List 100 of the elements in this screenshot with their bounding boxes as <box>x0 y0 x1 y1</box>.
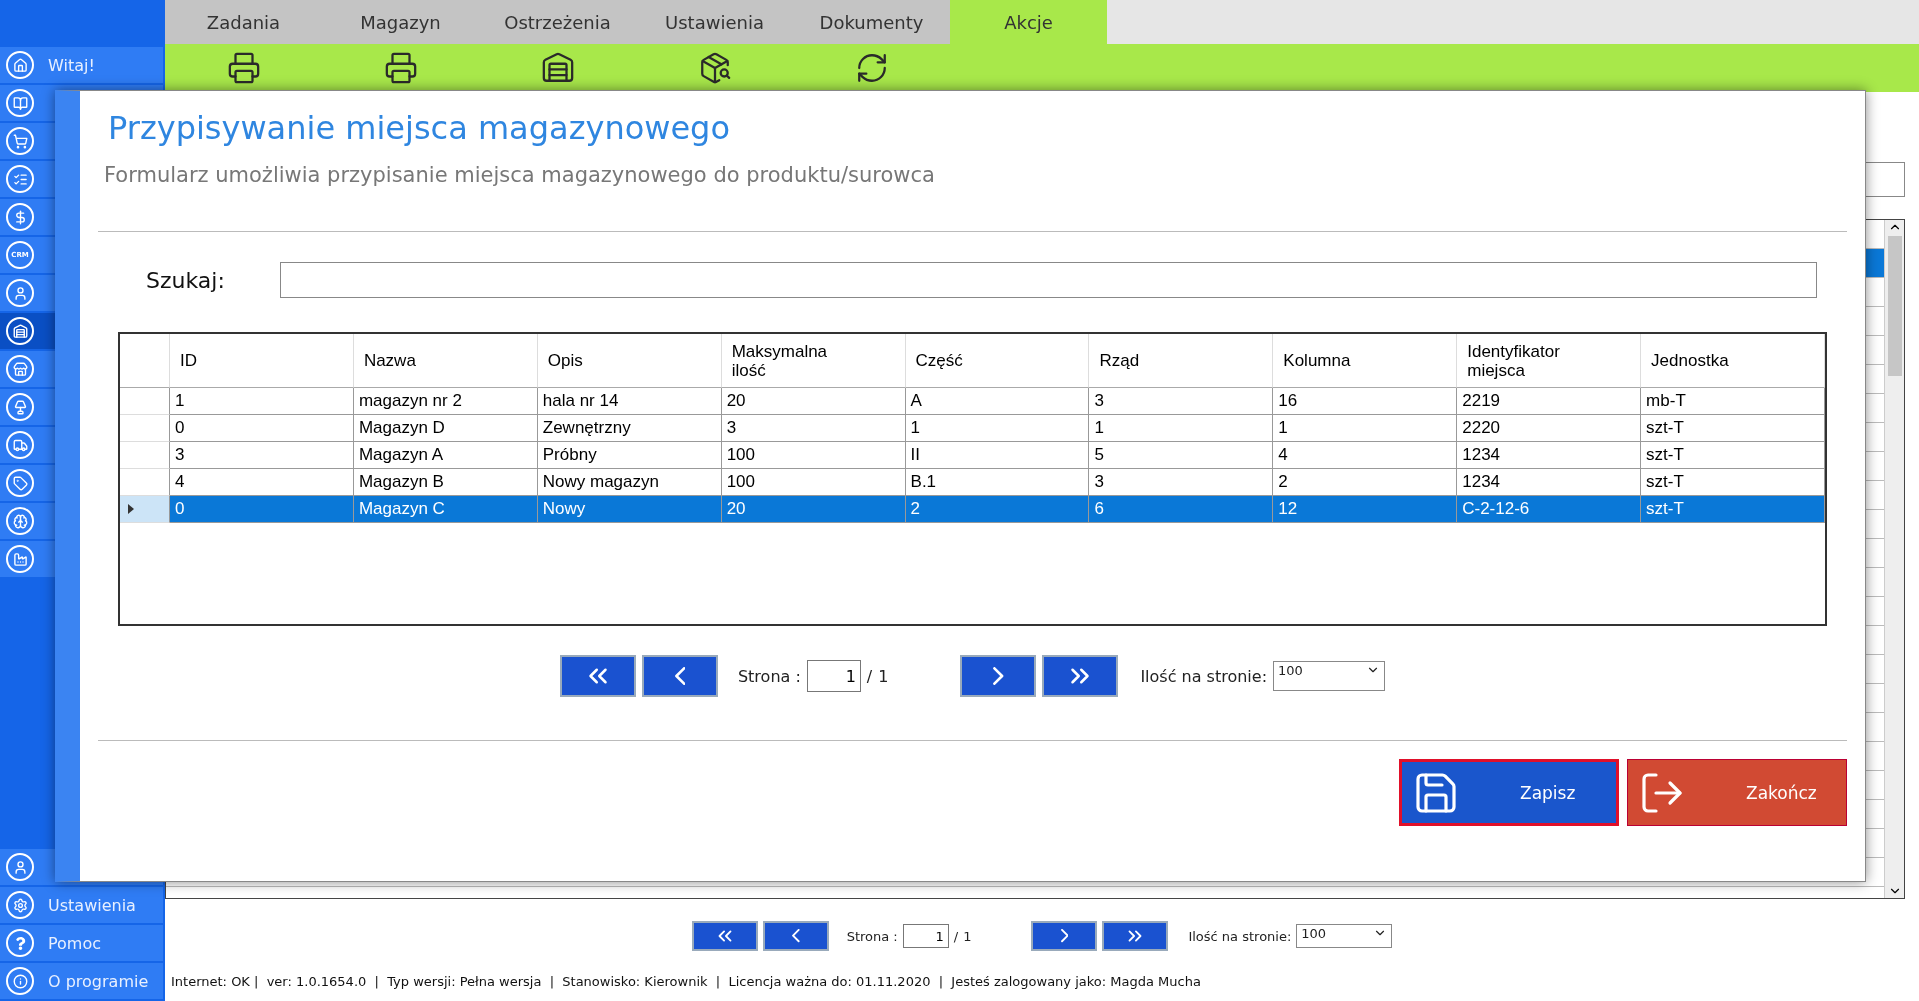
table-cell: 100 <box>721 442 906 469</box>
next-page-button[interactable] <box>960 655 1037 697</box>
table-cell: 5 <box>1089 442 1274 469</box>
table-cell: magazyn nr 2 <box>353 388 538 415</box>
book-icon <box>6 89 34 117</box>
tag-icon <box>6 469 34 497</box>
page-separator: / <box>953 928 959 944</box>
tab[interactable]: Zadania <box>165 0 322 44</box>
table-cell: 0 <box>170 496 354 523</box>
settings-icon <box>6 891 34 919</box>
table-cell: 1 <box>170 388 354 415</box>
table-cell: mb-T <box>1641 388 1825 415</box>
table-cell: Nowy <box>537 496 722 523</box>
sidebar-item[interactable]: Pomoc <box>0 925 163 961</box>
list-icon <box>6 165 34 193</box>
chevron-right-icon <box>993 667 1004 685</box>
table-cell: Magazyn B <box>353 469 538 496</box>
table-cell: 3 <box>1089 469 1274 496</box>
previous-page-button[interactable] <box>762 921 829 951</box>
sidebar-label: Ustawienia <box>48 895 136 915</box>
table-cell: szt-T <box>1641 469 1825 496</box>
page-total: 1 <box>878 666 889 686</box>
cart-icon <box>6 127 34 155</box>
sidebar-item[interactable]: O programie <box>0 963 163 999</box>
dollar-icon <box>6 203 34 231</box>
current-row-icon <box>128 504 134 514</box>
next-page-button[interactable] <box>1031 921 1098 951</box>
tab[interactable]: Ustawienia <box>636 0 793 44</box>
table-cell: 3 <box>170 442 354 469</box>
per-page-select[interactable]: 100 <box>1296 924 1393 948</box>
table-cell: 3 <box>1089 388 1274 415</box>
brain-icon <box>6 507 34 535</box>
table-cell: C-2-12-6 <box>1457 496 1642 523</box>
table-cell: 20 <box>721 496 906 523</box>
status-text: Internet: OK | ver: 1.0.1654.0 | Typ wersji: Pełna wersja | Stanowisko: Kierownik | Licencja ważna do: 01.11.2020 | Jesteś zalogowany jako: Magda Mucha <box>170 972 1202 991</box>
table-cell: 4 <box>1273 442 1458 469</box>
dialog-description: Formularz umożliwia przypisanie miejsca magazynowego do produktu/surowca <box>103 163 936 187</box>
tab[interactable]: Magazyn <box>322 0 479 44</box>
table-cell: II <box>905 442 1090 469</box>
table-cell: 4 <box>170 469 354 496</box>
table-cell: Próbny <box>537 442 722 469</box>
lamp-icon <box>6 393 34 421</box>
table-cell: 1 <box>905 415 1090 442</box>
sidebar-item[interactable]: Witaj! <box>0 47 163 83</box>
factory-icon <box>6 545 34 573</box>
per-page-select[interactable]: 100 <box>1273 661 1386 691</box>
user-icon <box>6 853 34 881</box>
table-cell: 20 <box>721 388 906 415</box>
table-cell: 16 <box>1273 388 1458 415</box>
scrollbar[interactable] <box>1884 220 1904 898</box>
house-icon <box>6 51 34 79</box>
page-label: Strona : <box>737 666 801 686</box>
sidebar-label: Witaj! <box>48 55 95 75</box>
table-cell: 2220 <box>1457 415 1642 442</box>
table-cell: szt-T <box>1641 415 1825 442</box>
page-label: Strona : <box>846 928 898 944</box>
last-page-button[interactable] <box>1102 921 1169 951</box>
table-cell: szt-T <box>1641 442 1825 469</box>
table-cell: 2 <box>905 496 1090 523</box>
store-icon <box>6 355 34 383</box>
page-total: 1 <box>963 928 972 944</box>
table-cell: 12 <box>1273 496 1458 523</box>
chevron-left-icon <box>791 929 800 943</box>
first-page-button[interactable] <box>559 655 636 697</box>
tab[interactable]: Ostrzeżenia <box>479 0 636 44</box>
warehouse-icon <box>6 317 34 345</box>
help-icon <box>6 929 34 957</box>
table-cell: 0 <box>170 415 354 442</box>
previous-page-button[interactable] <box>641 655 718 697</box>
info-icon <box>6 967 34 995</box>
tab[interactable]: Akcje <box>950 0 1107 44</box>
scrollbar-thumb[interactable] <box>1887 236 1902 376</box>
dialog-title: Przypisywanie miejsca magazynowego <box>107 109 731 149</box>
table-cell: A <box>905 388 1090 415</box>
first-page-button[interactable] <box>691 921 758 951</box>
tab[interactable]: Dokumenty <box>793 0 950 44</box>
search-label: Szukaj: <box>146 267 225 293</box>
table-cell: 1 <box>1089 415 1274 442</box>
table-cell: 6 <box>1089 496 1274 523</box>
close-button[interactable]: Zakończ <box>1627 759 1847 826</box>
user-icon <box>6 279 34 307</box>
truck-icon <box>6 431 34 459</box>
sidebar-label: O programie <box>48 971 149 991</box>
chevron-right-icon <box>1060 929 1069 943</box>
table-cell: Zewnętrzny <box>537 415 722 442</box>
last-page-button[interactable] <box>1042 655 1119 697</box>
table-cell: 100 <box>721 469 906 496</box>
table-cell: Magazyn A <box>353 442 538 469</box>
save-button[interactable]: Zapisz <box>1399 759 1619 826</box>
page-input[interactable]: 1 <box>902 924 949 948</box>
table-cell: Magazyn C <box>353 496 538 523</box>
table-cell: B.1 <box>905 469 1090 496</box>
table-cell: 2219 <box>1457 388 1642 415</box>
table-cell: hala nr 14 <box>537 388 722 415</box>
page-input[interactable]: 1 <box>806 660 861 692</box>
per-page-label: Ilość na stronie: <box>1188 928 1292 944</box>
table-cell: 1234 <box>1457 469 1642 496</box>
table-cell: 2 <box>1273 469 1458 496</box>
table-cell: szt-T <box>1641 496 1825 523</box>
table-cell: Nowy magazyn <box>537 469 722 496</box>
